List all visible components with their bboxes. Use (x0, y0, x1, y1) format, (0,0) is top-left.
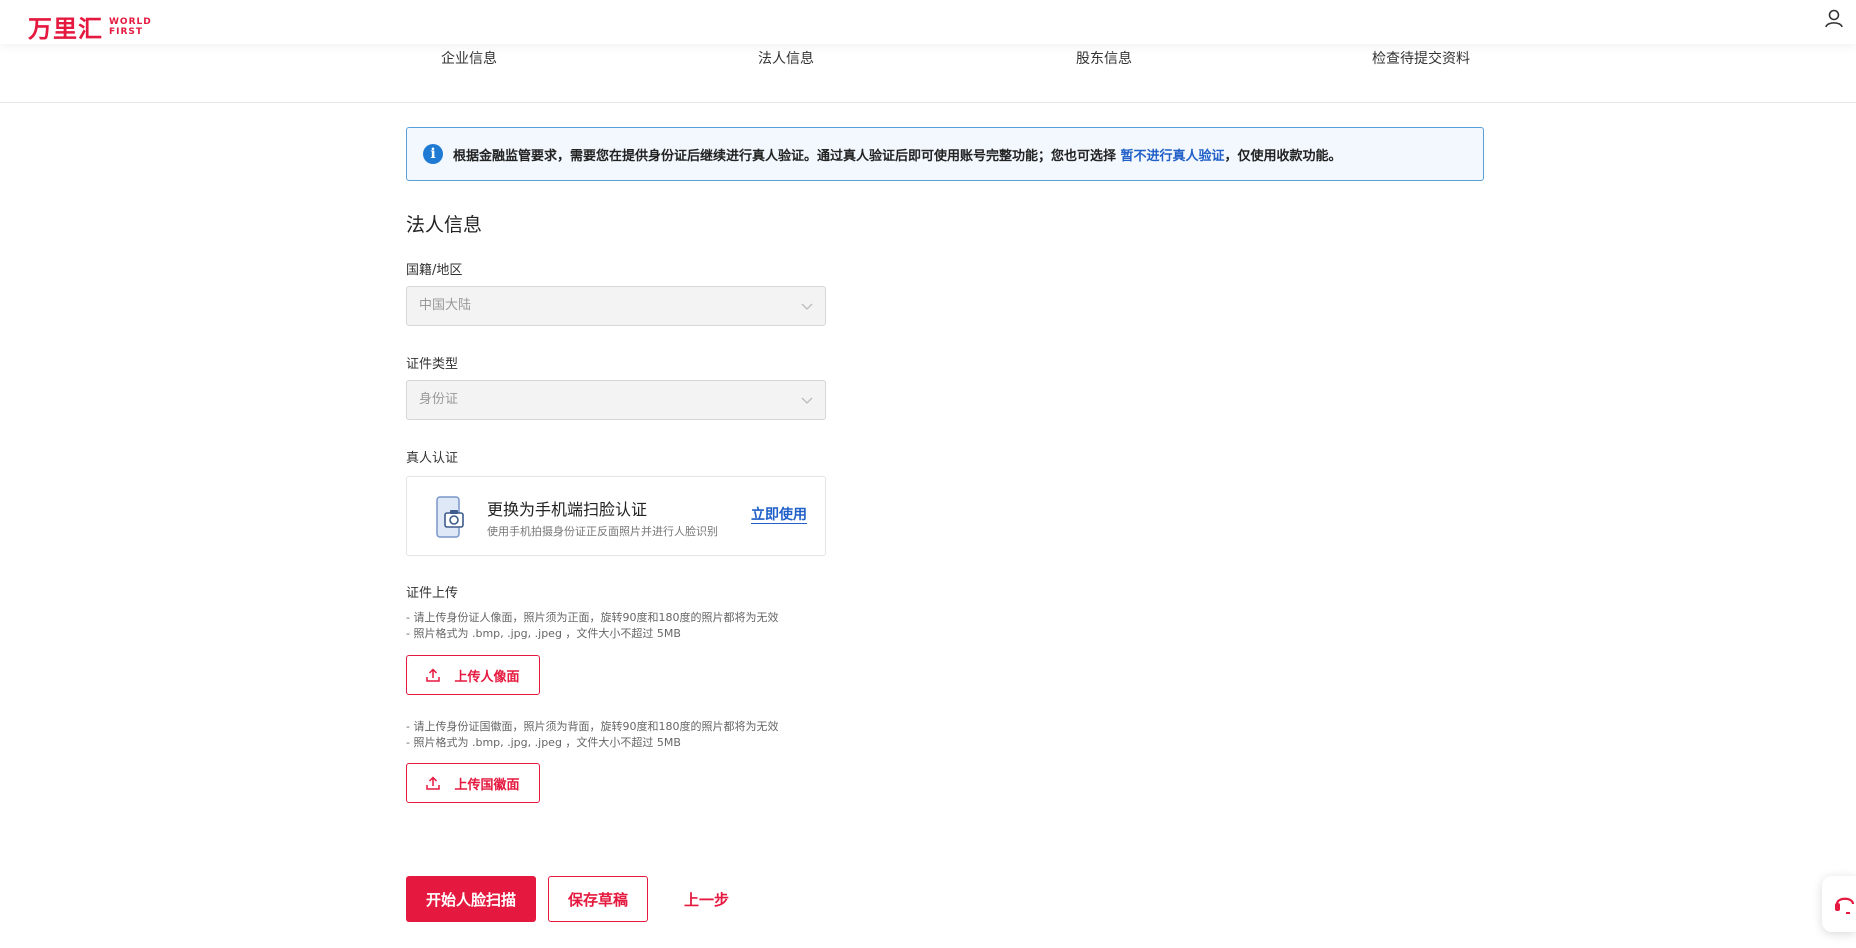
face-scan-description: 使用手机拍摄身份证正反面照片并进行人脸识别 (487, 525, 718, 538)
progress-steps: 企业信息 法人信息 股东信息 检查待提交资料 (0, 44, 1856, 103)
id-type-value: 身份证 (419, 392, 459, 407)
save-draft-button[interactable]: 保存草稿 (548, 876, 648, 922)
top-bar: 万里汇 WORLD FIRST (0, 0, 1856, 44)
logo-text: 万里汇 (28, 15, 103, 43)
face-scan-title: 更换为手机端扫脸认证 (487, 500, 648, 519)
step-review-submit: 检查待提交资料 (1372, 51, 1470, 67)
nationality-select[interactable]: 中国大陆 (406, 286, 826, 326)
logo-en-line2: FIRST (109, 26, 144, 37)
upload-label: 证件上传 (406, 586, 459, 601)
notice-text-after: ，仅使用收款功能。 (1224, 148, 1342, 164)
upload-icon (426, 776, 441, 790)
customer-service-widget[interactable] (1822, 876, 1856, 932)
mobile-face-scan-card: 更换为手机端扫脸认证 使用手机拍摄身份证正反面照片并进行人脸识别 立即使用 (406, 476, 826, 556)
logo-en-line1: WORLD (109, 16, 152, 27)
chevron-down-icon (801, 303, 813, 310)
logo[interactable]: 万里汇 WORLD FIRST (28, 9, 152, 44)
info-icon: i (423, 144, 443, 164)
step-legal-person-info: 法人信息 (758, 51, 814, 67)
user-icon[interactable] (1824, 8, 1844, 28)
notice-text: 根据金融监管要求，需要您在提供身份证后继续进行真人验证。通过真人验证后即可使用账… (453, 145, 1342, 164)
verification-notice: i 根据金融监管要求，需要您在提供身份证后继续进行真人验证。通过真人验证后即可使… (406, 127, 1484, 181)
back-hint-2: - 照片格式为 .bmp, .jpg, .jpeg ，文件大小不超过 5MB (406, 736, 681, 749)
notice-text-before: 根据金融监管要求，需要您在提供身份证后继续进行真人验证。通过真人验证后即可使用账… (453, 148, 1121, 164)
upload-front-button[interactable]: 上传人像面 (406, 655, 540, 695)
use-now-link[interactable]: 立即使用 (751, 507, 807, 524)
upload-back-label: 上传国徽面 (454, 777, 520, 793)
upload-icon (426, 668, 441, 682)
face-verify-label: 真人认证 (406, 451, 459, 466)
step-shareholder-info: 股东信息 (1076, 51, 1132, 67)
start-face-scan-button[interactable]: 开始人脸扫描 (406, 876, 536, 922)
back-hint-1: - 请上传身份证国徽面，照片须为背面，旋转90度和180度的照片都将为无效 (406, 720, 779, 733)
id-type-label: 证件类型 (406, 357, 459, 372)
chevron-down-icon (801, 397, 813, 404)
nationality-value: 中国大陆 (419, 298, 472, 313)
logo-english: WORLD FIRST (109, 17, 152, 37)
phone-camera-icon (436, 496, 464, 538)
upload-back-button[interactable]: 上传国徽面 (406, 763, 540, 803)
upload-front-label: 上传人像面 (454, 669, 520, 685)
step-company-info: 企业信息 (441, 51, 497, 67)
nationality-label: 国籍/地区 (406, 263, 463, 278)
customer-service-icon (1835, 897, 1855, 914)
skip-verification-link[interactable]: 暂不进行真人验证 (1121, 149, 1225, 164)
page-title: 法人信息 (406, 214, 483, 236)
front-hint-1: - 请上传身份证人像面，照片须为正面，旋转90度和180度的照片都将为无效 (406, 611, 779, 624)
previous-step-button[interactable]: 上一步 (684, 876, 729, 922)
id-type-select[interactable]: 身份证 (406, 380, 826, 420)
front-hint-2: - 照片格式为 .bmp, .jpg, .jpeg ，文件大小不超过 5MB (406, 627, 681, 640)
